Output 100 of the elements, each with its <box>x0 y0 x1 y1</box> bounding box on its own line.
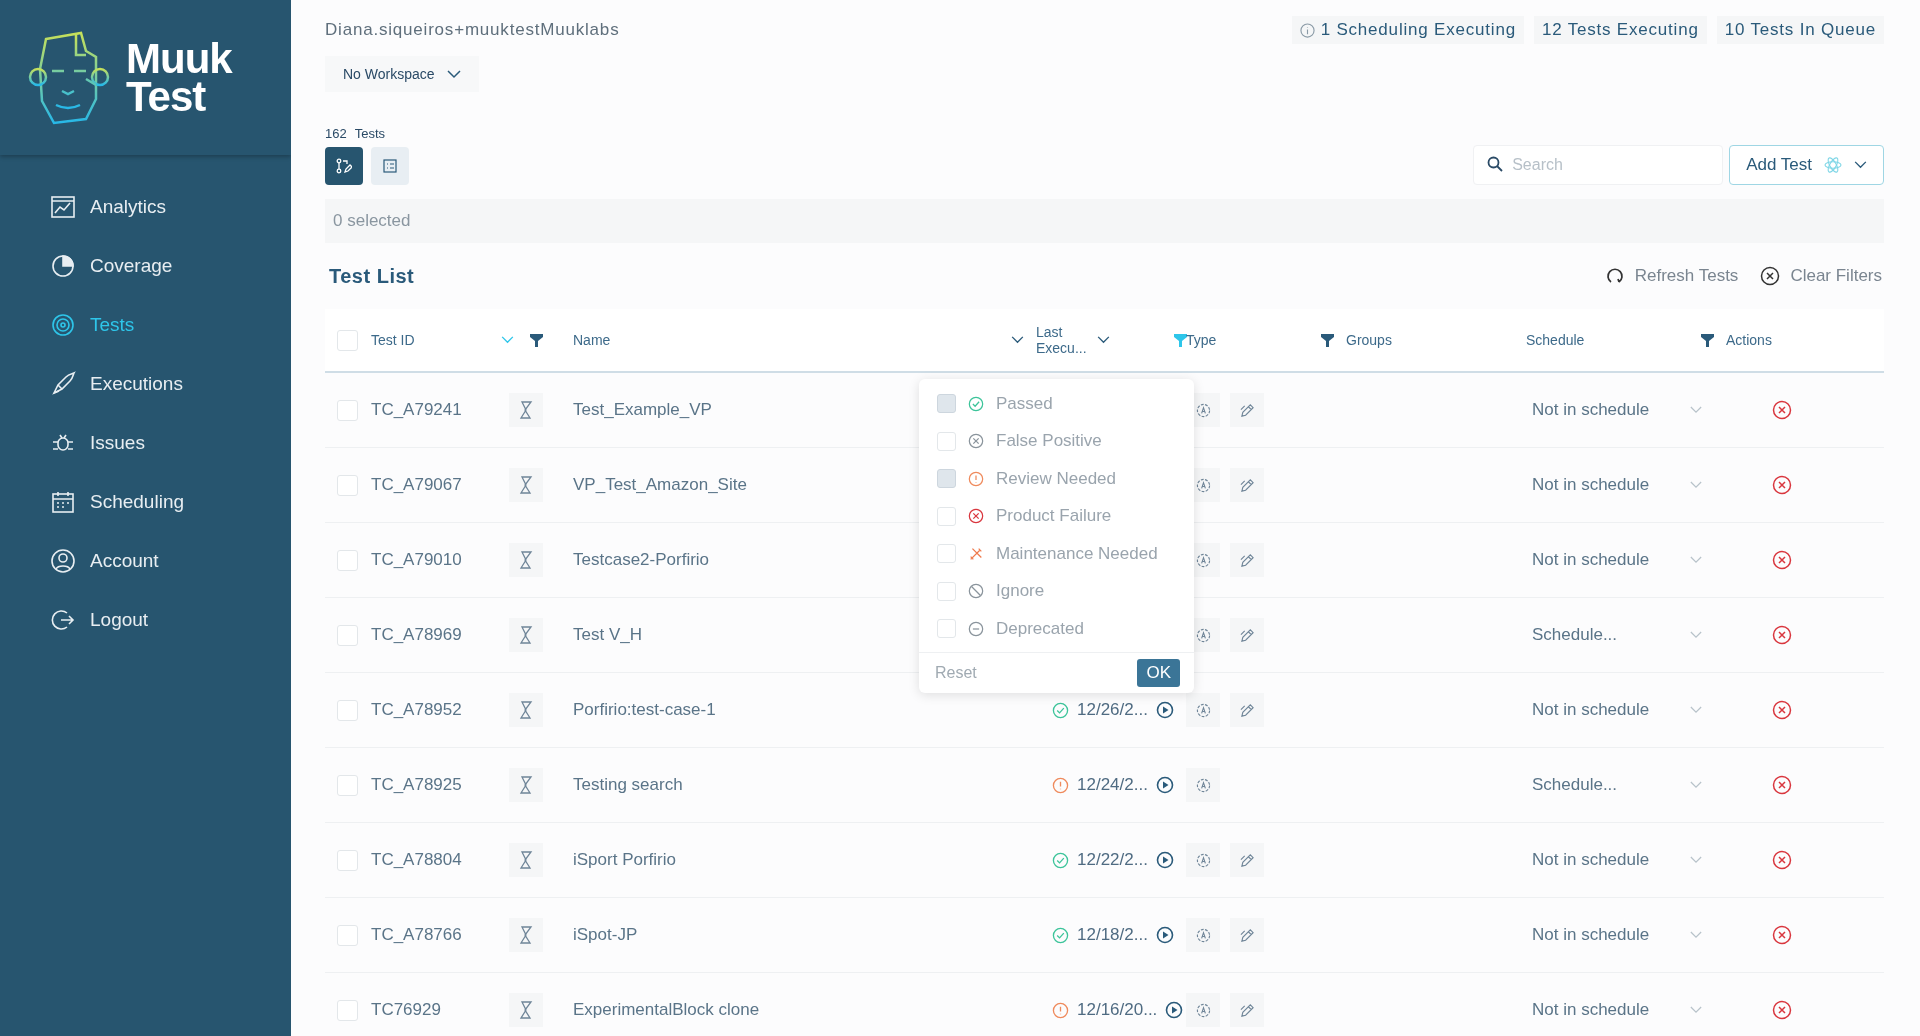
sidebar-item[interactable]: Logout <box>0 590 291 649</box>
schedule-value: Not in schedule <box>1532 1000 1650 1020</box>
option-checkbox[interactable] <box>937 506 956 526</box>
add-test-button[interactable]: Add Test <box>1729 145 1884 185</box>
play-icon[interactable] <box>1155 926 1174 944</box>
sort-chevron-icon[interactable] <box>1096 336 1110 344</box>
pencil-icon <box>1239 552 1255 568</box>
row-checkbox[interactable] <box>337 624 358 646</box>
chevron-down-icon[interactable] <box>1690 856 1702 864</box>
sidebar-item[interactable]: Analytics <box>0 177 291 236</box>
row-checkbox[interactable] <box>337 474 358 496</box>
filter-option[interactable]: Product Failure <box>919 497 1194 535</box>
hourglass-icon[interactable] <box>509 993 543 1027</box>
test-list-title: Test List <box>329 264 415 288</box>
filter-option[interactable]: False Positive <box>919 422 1194 460</box>
delete-icon[interactable] <box>1772 850 1792 870</box>
ok-button[interactable]: OK <box>1137 658 1180 687</box>
clear-filters-link[interactable]: Clear Filters <box>1760 266 1882 286</box>
test-name-cell-text: Testcase2-Porfirio <box>572 550 710 570</box>
search-field[interactable]: Search <box>1473 145 1724 185</box>
hourglass-icon[interactable] <box>509 843 543 877</box>
flow-view-button[interactable] <box>325 147 363 185</box>
sidebar-item[interactable]: Issues <box>0 413 291 472</box>
delete-icon[interactable] <box>1772 1000 1792 1020</box>
last-execution-date: 12/16/20... <box>1077 1000 1158 1020</box>
hourglass-icon[interactable] <box>509 768 543 802</box>
refresh-icon <box>1604 266 1625 286</box>
sidebar-item[interactable]: Coverage <box>0 236 291 295</box>
filter-option[interactable]: Passed <box>919 385 1194 423</box>
type-badge[interactable] <box>1186 843 1220 877</box>
option-checkbox[interactable] <box>937 619 956 639</box>
edit-script-button[interactable] <box>1230 543 1264 577</box>
filter-option[interactable]: Deprecated <box>919 610 1194 648</box>
chevron-down-icon[interactable] <box>1690 556 1702 564</box>
hourglass-icon[interactable] <box>509 918 543 952</box>
row-checkbox[interactable] <box>337 774 358 796</box>
sidebar-item[interactable]: Account <box>0 531 291 590</box>
row-checkbox[interactable] <box>337 849 358 871</box>
type-badge[interactable] <box>1186 918 1220 952</box>
edit-script-button[interactable] <box>1230 393 1264 427</box>
chevron-down-icon[interactable] <box>1690 706 1702 714</box>
type-badge[interactable] <box>1186 693 1220 727</box>
row-checkbox[interactable] <box>337 999 358 1021</box>
option-checkbox[interactable] <box>937 431 956 451</box>
row-checkbox[interactable] <box>337 549 358 571</box>
hourglass-icon[interactable] <box>509 468 543 502</box>
delete-icon[interactable] <box>1772 775 1792 795</box>
hourglass-icon[interactable] <box>509 618 543 652</box>
test-id-cell-text: TC_A79067 <box>371 475 463 495</box>
option-checkbox[interactable] <box>937 544 956 564</box>
hourglass-icon[interactable] <box>509 393 543 427</box>
chevron-down-icon[interactable] <box>1690 931 1702 939</box>
sort-chevron-icon[interactable] <box>1011 336 1024 344</box>
select-all-checkbox[interactable] <box>337 329 358 351</box>
delete-icon[interactable] <box>1772 475 1792 495</box>
sidebar-item[interactable]: Tests <box>0 295 291 354</box>
play-icon[interactable] <box>1155 776 1174 794</box>
workspace-dropdown[interactable]: No Workspace <box>325 56 479 92</box>
filter-icon[interactable] <box>1321 333 1334 347</box>
edit-script-button[interactable] <box>1230 918 1264 952</box>
delete-icon[interactable] <box>1772 925 1792 945</box>
filter-option[interactable]: Ignore <box>919 572 1194 610</box>
delete-icon[interactable] <box>1772 625 1792 645</box>
filter-icon[interactable] <box>1701 333 1714 347</box>
edit-script-button[interactable] <box>1230 993 1264 1027</box>
chevron-down-icon[interactable] <box>1690 1006 1702 1014</box>
minus-circle-icon <box>968 620 984 637</box>
chevron-down-icon[interactable] <box>1690 631 1702 639</box>
option-checkbox[interactable] <box>937 469 956 489</box>
row-checkbox[interactable] <box>337 924 358 946</box>
edit-script-button[interactable] <box>1230 618 1264 652</box>
row-checkbox[interactable] <box>337 399 358 421</box>
option-checkbox[interactable] <box>937 394 956 414</box>
reset-button[interactable]: Reset <box>935 663 977 682</box>
refresh-tests-link[interactable]: Refresh Tests <box>1604 266 1739 286</box>
edit-script-button[interactable] <box>1230 693 1264 727</box>
test-id-cell-text: TC_A79241 <box>371 400 463 420</box>
play-icon[interactable] <box>1165 1001 1184 1019</box>
delete-icon[interactable] <box>1772 700 1792 720</box>
hourglass-icon[interactable] <box>509 543 543 577</box>
list-view-button[interactable] <box>371 147 409 185</box>
row-checkbox[interactable] <box>337 699 358 721</box>
chevron-down-icon[interactable] <box>1690 781 1702 789</box>
filter-icon[interactable] <box>529 333 543 347</box>
test-id-cell-text: TC_A78804 <box>371 850 463 870</box>
sidebar-item[interactable]: Executions <box>0 354 291 413</box>
hourglass-icon[interactable] <box>509 693 543 727</box>
delete-icon[interactable] <box>1772 550 1792 570</box>
type-badge[interactable] <box>1186 768 1220 802</box>
sidebar-item[interactable]: Scheduling <box>0 472 291 531</box>
chevron-down-icon[interactable] <box>1690 481 1702 489</box>
play-icon[interactable] <box>1155 851 1174 869</box>
play-icon[interactable] <box>1155 701 1174 719</box>
option-checkbox[interactable] <box>937 581 956 601</box>
chevron-down-icon[interactable] <box>1690 406 1702 414</box>
filter-option[interactable]: Maintenance Needed <box>919 535 1194 573</box>
edit-script-button[interactable] <box>1230 468 1264 502</box>
edit-script-button[interactable] <box>1230 843 1264 877</box>
delete-icon[interactable] <box>1772 400 1792 420</box>
filter-option[interactable]: Review Needed <box>919 460 1194 498</box>
